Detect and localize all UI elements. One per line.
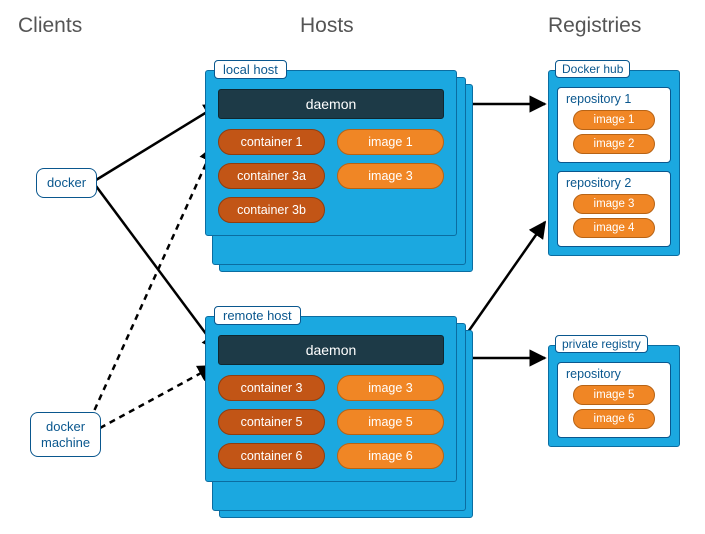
local-host: local host daemon container 1 image 1 co… bbox=[205, 70, 457, 236]
docker-client-label: docker bbox=[47, 175, 86, 190]
repo-title: repository 1 bbox=[566, 92, 662, 106]
image-chip: image 3 bbox=[573, 194, 655, 214]
docker-client: docker bbox=[36, 168, 97, 198]
docker-machine-l1: docker bbox=[46, 419, 85, 434]
image-chip: image 6 bbox=[337, 443, 444, 469]
registries-heading: Registries bbox=[548, 14, 641, 38]
image-chip: image 1 bbox=[337, 129, 444, 155]
repo-title: repository bbox=[566, 367, 662, 381]
container-chip: container 3b bbox=[218, 197, 325, 223]
image-chip: image 3 bbox=[337, 375, 444, 401]
container-chip: container 3a bbox=[218, 163, 325, 189]
image-chip: image 5 bbox=[573, 385, 655, 405]
remote-daemon: daemon bbox=[218, 335, 444, 365]
remote-host-tab: remote host bbox=[214, 306, 301, 325]
image-chip: image 6 bbox=[573, 409, 655, 429]
repo-box: repository 1 image 1 image 2 bbox=[557, 87, 671, 163]
hosts-heading: Hosts bbox=[300, 14, 354, 38]
image-chip: image 4 bbox=[573, 218, 655, 238]
image-chip: image 1 bbox=[573, 110, 655, 130]
image-chip: image 5 bbox=[337, 409, 444, 435]
local-host-tab: local host bbox=[214, 60, 287, 79]
docker-hub-tab: Docker hub bbox=[555, 60, 630, 78]
docker-machine-client: docker machine bbox=[30, 412, 101, 457]
container-chip: container 1 bbox=[218, 129, 325, 155]
local-daemon: daemon bbox=[218, 89, 444, 119]
docker-hub-registry: Docker hub repository 1 image 1 image 2 … bbox=[548, 70, 680, 256]
container-chip: container 3 bbox=[218, 375, 325, 401]
private-registry: private registry repository image 5 imag… bbox=[548, 345, 680, 447]
image-chip: image 2 bbox=[573, 134, 655, 154]
docker-machine-l2: machine bbox=[41, 435, 90, 450]
clients-heading: Clients bbox=[18, 14, 82, 38]
repo-title: repository 2 bbox=[566, 176, 662, 190]
private-registry-tab: private registry bbox=[555, 335, 648, 353]
container-chip: container 6 bbox=[218, 443, 325, 469]
remote-host: remote host daemon container 3 image 3 c… bbox=[205, 316, 457, 482]
container-chip: container 5 bbox=[218, 409, 325, 435]
diagram-canvas: Clients Hosts Registries docker docker m… bbox=[0, 0, 705, 534]
repo-box: repository 2 image 3 image 4 bbox=[557, 171, 671, 247]
repo-box: repository image 5 image 6 bbox=[557, 362, 671, 438]
image-chip: image 3 bbox=[337, 163, 444, 189]
